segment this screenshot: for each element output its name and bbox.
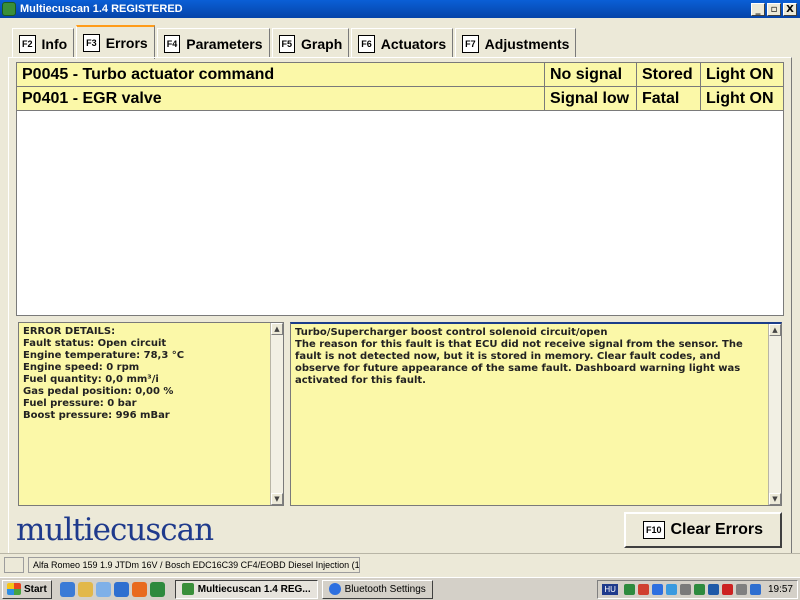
title-bar: Multiecuscan 1.4 REGISTERED _ ▫ X bbox=[0, 0, 800, 18]
bluetooth-tray-icon[interactable] bbox=[651, 584, 663, 595]
tab-label: Actuators bbox=[380, 35, 447, 52]
restore-button[interactable]: ▫ bbox=[767, 2, 781, 16]
device-icon[interactable] bbox=[679, 584, 691, 595]
tab-graph[interactable]: F5 Graph bbox=[271, 28, 350, 58]
antivirus-icon[interactable] bbox=[637, 584, 649, 595]
start-label: Start bbox=[24, 583, 47, 595]
light-cell: Light ON bbox=[706, 90, 774, 107]
security-alert-icon[interactable] bbox=[721, 584, 733, 595]
network-icon[interactable] bbox=[623, 584, 635, 595]
error-details-text: ERROR DETAILS: Fault status: Open circui… bbox=[23, 326, 267, 422]
fkey-badge: F7 bbox=[462, 34, 479, 53]
battery-icon[interactable] bbox=[749, 584, 761, 595]
fault-description-text: Turbo/Supercharger boost control solenoi… bbox=[295, 327, 765, 387]
tab-label: Info bbox=[41, 35, 68, 52]
detail-line: Gas pedal position: 0,00 % bbox=[23, 386, 174, 397]
tab-label: Parameters bbox=[186, 35, 263, 52]
taskbar-item-multiecuscan[interactable]: Multiecuscan 1.4 REG... bbox=[174, 579, 318, 599]
taskbar: Start Multiecuscan 1.4 REG... Bluetooth … bbox=[0, 577, 800, 600]
status-bar: Alfa Romeo 159 1.9 JTDm 16V / Bosch EDC1… bbox=[0, 553, 800, 575]
explorer-icon[interactable] bbox=[95, 581, 111, 597]
error-code-cell: P0045 - Turbo actuator command bbox=[17, 63, 545, 86]
start-button[interactable]: Start bbox=[2, 579, 52, 599]
task-label: Multiecuscan 1.4 REG... bbox=[197, 583, 311, 595]
language-indicator[interactable]: HU bbox=[602, 584, 618, 595]
vertical-scrollbar[interactable]: ▲ ▼ bbox=[270, 323, 283, 505]
scroll-up-arrow-icon[interactable]: ▲ bbox=[271, 323, 283, 335]
multiecuscan-icon bbox=[181, 583, 194, 595]
detail-line: Fault status: Open circuit bbox=[23, 338, 167, 349]
wireless-icon[interactable] bbox=[665, 584, 677, 595]
bluetooth-icon bbox=[328, 583, 341, 595]
error-table[interactable]: P0045 - Turbo actuator command No signal… bbox=[16, 62, 784, 316]
fault-title: Turbo/Supercharger boost control solenoi… bbox=[295, 327, 608, 338]
status-indicator bbox=[4, 557, 24, 573]
system-tray: HU 19:57 bbox=[597, 580, 798, 599]
display-icon[interactable] bbox=[707, 584, 719, 595]
light-cell: Light ON bbox=[706, 66, 774, 83]
fault-explanation: The reason for this fault is that ECU di… bbox=[295, 339, 743, 386]
tab-label: Graph bbox=[301, 35, 343, 52]
state-cell: Stored bbox=[637, 63, 701, 86]
tab-parameters[interactable]: F4 Parameters bbox=[156, 28, 270, 58]
clock[interactable]: 19:57 bbox=[768, 584, 793, 595]
signal-cell: Signal low bbox=[545, 87, 637, 110]
firefox-icon[interactable] bbox=[131, 581, 147, 597]
detail-line: Fuel quantity: 0,0 mm³/i bbox=[23, 374, 159, 385]
detail-line: Boost pressure: 996 mBar bbox=[23, 410, 170, 421]
scroll-down-arrow-icon[interactable]: ▼ bbox=[271, 493, 283, 505]
signal-cell: No signal bbox=[545, 63, 637, 86]
tab-label: Errors bbox=[105, 35, 148, 51]
table-row[interactable]: P0045 - Turbo actuator command No signal… bbox=[17, 63, 783, 87]
fkey-badge: F5 bbox=[278, 34, 296, 53]
state-cell: Fatal bbox=[637, 87, 701, 110]
fkey-badge: F4 bbox=[163, 34, 181, 53]
desktop-icon[interactable] bbox=[59, 581, 75, 597]
error-code-cell: P0401 - EGR valve bbox=[17, 87, 545, 110]
ie-icon[interactable] bbox=[113, 581, 129, 597]
task-label: Bluetooth Settings bbox=[344, 583, 426, 595]
fkey-badge: F2 bbox=[19, 34, 36, 53]
scroll-down-arrow-icon[interactable]: ▼ bbox=[769, 493, 781, 505]
fkey-badge: F6 bbox=[358, 34, 375, 53]
vehicle-status: Alfa Romeo 159 1.9 JTDm 16V / Bosch EDC1… bbox=[28, 557, 360, 573]
media-icon[interactable] bbox=[149, 581, 165, 597]
vertical-scrollbar[interactable]: ▲ ▼ bbox=[768, 324, 781, 505]
volume-icon[interactable] bbox=[735, 584, 747, 595]
tab-adjustments[interactable]: F7 Adjustments bbox=[455, 28, 577, 58]
close-button[interactable]: X bbox=[783, 2, 797, 16]
clear-errors-button[interactable]: F10 Clear Errors bbox=[624, 512, 782, 548]
fkey-badge: F3 bbox=[83, 34, 100, 52]
details-heading: ERROR DETAILS: bbox=[23, 326, 116, 337]
tab-label: Adjustments bbox=[484, 35, 570, 52]
error-details-box[interactable]: ERROR DETAILS: Fault status: Open circui… bbox=[18, 322, 284, 506]
windows-logo-icon bbox=[7, 583, 21, 595]
fkey-badge: F10 bbox=[642, 521, 665, 539]
tab-errors[interactable]: F3 Errors bbox=[76, 25, 155, 59]
app-icon bbox=[2, 2, 16, 16]
folder-icon[interactable] bbox=[77, 581, 93, 597]
window-title: Multiecuscan 1.4 REGISTERED bbox=[20, 3, 183, 15]
tab-info[interactable]: F2 Info bbox=[12, 28, 75, 58]
taskbar-item-bluetooth[interactable]: Bluetooth Settings bbox=[321, 579, 433, 599]
tab-actuators[interactable]: F6 Actuators bbox=[351, 28, 454, 58]
detail-line: Fuel pressure: 0 bar bbox=[23, 398, 137, 409]
minimize-button[interactable]: _ bbox=[751, 2, 765, 16]
detail-line: Engine speed: 0 rpm bbox=[23, 362, 140, 373]
tab-bar: F2 Info F3 Errors F4 Parameters F5 Graph… bbox=[12, 24, 578, 59]
detail-line: Engine temperature: 78,3 °C bbox=[23, 350, 185, 361]
multiecuscan-logo: multiecuscan bbox=[16, 512, 214, 548]
table-row[interactable]: P0401 - EGR valve Signal low Fatal Light… bbox=[17, 87, 783, 111]
clear-errors-label: Clear Errors bbox=[670, 521, 764, 538]
update-icon[interactable] bbox=[693, 584, 705, 595]
scroll-up-arrow-icon[interactable]: ▲ bbox=[769, 324, 781, 336]
fault-description-box[interactable]: Turbo/Supercharger boost control solenoi… bbox=[290, 322, 782, 506]
